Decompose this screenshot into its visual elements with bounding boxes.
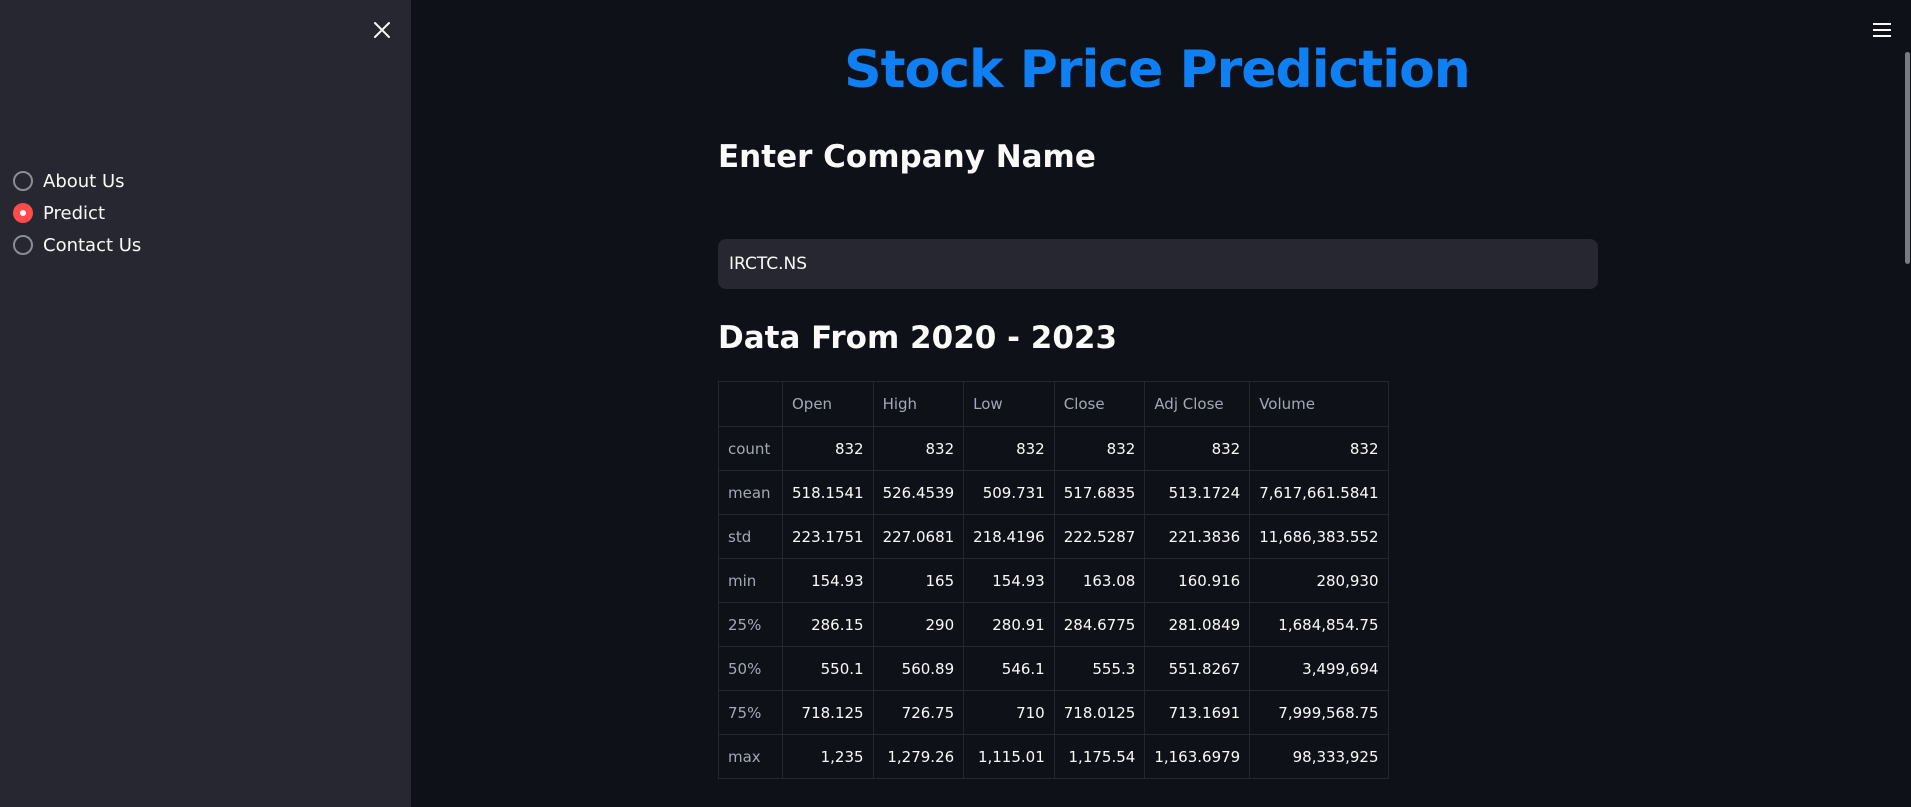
table-cell[interactable]: 222.5287 (1053, 514, 1146, 559)
table-cell[interactable]: 555.3 (1053, 646, 1146, 691)
row-index: max (718, 734, 783, 779)
company-name-input[interactable] (718, 239, 1598, 289)
table-cell[interactable]: 517.6835 (1053, 470, 1146, 515)
table-cell[interactable]: 280.91 (963, 602, 1055, 647)
table-cell[interactable]: 710 (963, 690, 1055, 735)
column-header-volume[interactable]: Volume (1249, 381, 1389, 427)
table-cell[interactable]: 218.4196 (963, 514, 1055, 559)
nav-radio-group: About Us Predict Contact Us (13, 165, 141, 261)
column-header-index[interactable] (718, 381, 783, 427)
table-cell[interactable]: 1,115.01 (963, 734, 1055, 779)
table-cell[interactable]: 560.89 (872, 646, 965, 691)
row-index: min (718, 558, 783, 603)
app-root: About Us Predict Contact Us Stock Price … (0, 0, 1911, 807)
table-cell[interactable]: 7,617,661.5841 (1249, 470, 1389, 515)
table-cell[interactable]: 280,930 (1249, 558, 1389, 603)
column-header-adj-close[interactable]: Adj Close (1144, 381, 1251, 427)
table-cell[interactable]: 832 (1249, 426, 1389, 471)
column-header-high[interactable]: High (872, 381, 965, 427)
radio-label: About Us (43, 170, 125, 192)
radio-label: Contact Us (43, 234, 142, 256)
table-header-row: Open High Low Close Adj Close Volume (718, 381, 1389, 427)
table-cell[interactable]: 227.0681 (872, 514, 965, 559)
table-row: 25% 286.15 290 280.91 284.6775 281.0849 … (718, 602, 1389, 647)
table-cell[interactable]: 718.0125 (1053, 690, 1146, 735)
table-cell[interactable]: 160.916 (1144, 558, 1251, 603)
table-cell[interactable]: 284.6775 (1053, 602, 1146, 647)
column-header-low[interactable]: Low (963, 381, 1055, 427)
row-index: 25% (718, 602, 783, 647)
table-cell[interactable]: 526.4539 (872, 470, 965, 515)
row-index: 75% (718, 690, 783, 735)
column-header-close[interactable]: Close (1053, 381, 1146, 427)
table-cell[interactable]: 281.0849 (1144, 602, 1251, 647)
table-cell[interactable]: 1,684,854.75 (1249, 602, 1389, 647)
data-heading: Data From 2020 - 2023 (718, 320, 1118, 356)
table-cell[interactable]: 154.93 (963, 558, 1055, 603)
table-row: std 223.1751 227.0681 218.4196 222.5287 … (718, 514, 1389, 559)
radio-option-about-us[interactable]: About Us (13, 165, 141, 197)
radio-label: Predict (43, 202, 105, 224)
table-cell[interactable]: 290 (872, 602, 965, 647)
company-heading: Enter Company Name (718, 139, 1096, 175)
table-cell[interactable]: 98,333,925 (1249, 734, 1389, 779)
table-cell[interactable]: 165 (872, 558, 965, 603)
table-row: min 154.93 165 154.93 163.08 160.916 280… (718, 558, 1389, 603)
table-cell[interactable]: 832 (1144, 426, 1251, 471)
table-row: mean 518.1541 526.4539 509.731 517.6835 … (718, 470, 1389, 515)
hamburger-menu-icon[interactable] (1870, 18, 1894, 42)
table-cell[interactable]: 832 (963, 426, 1055, 471)
radio-option-predict[interactable]: Predict (13, 197, 141, 229)
radio-button-icon[interactable] (13, 235, 33, 255)
table-cell[interactable]: 221.3836 (1144, 514, 1251, 559)
close-icon[interactable] (370, 18, 394, 42)
table-cell[interactable]: 154.93 (782, 558, 874, 603)
table-cell[interactable]: 550.1 (782, 646, 874, 691)
table-cell[interactable]: 551.8267 (1144, 646, 1251, 691)
radio-selected-icon[interactable] (13, 203, 33, 223)
table-row: 75% 718.125 726.75 710 718.0125 713.1691… (718, 690, 1389, 735)
page-title: Stock Price Prediction (844, 40, 1471, 100)
row-index: 50% (718, 646, 783, 691)
table-cell[interactable]: 832 (872, 426, 965, 471)
table-row: count 832 832 832 832 832 832 (718, 426, 1389, 471)
table-cell[interactable]: 832 (1053, 426, 1146, 471)
table-cell[interactable]: 1,279.26 (872, 734, 965, 779)
radio-option-contact-us[interactable]: Contact Us (13, 229, 141, 261)
table-cell[interactable]: 223.1751 (782, 514, 874, 559)
table-cell[interactable]: 832 (782, 426, 874, 471)
column-header-open[interactable]: Open (782, 381, 874, 427)
row-index: std (718, 514, 783, 559)
table-cell[interactable]: 513.1724 (1144, 470, 1251, 515)
table-cell[interactable]: 11,686,383.552 (1249, 514, 1389, 559)
row-index: mean (718, 470, 783, 515)
scrollbar-thumb[interactable] (1905, 52, 1910, 264)
row-index: count (718, 426, 783, 471)
table-row: max 1,235 1,279.26 1,115.01 1,175.54 1,1… (718, 734, 1389, 779)
table-cell[interactable]: 713.1691 (1144, 690, 1251, 735)
table-cell[interactable]: 509.731 (963, 470, 1055, 515)
table-row: 50% 550.1 560.89 546.1 555.3 551.8267 3,… (718, 646, 1389, 691)
table-cell[interactable]: 1,235 (782, 734, 874, 779)
radio-button-icon[interactable] (13, 171, 33, 191)
table-cell[interactable]: 286.15 (782, 602, 874, 647)
data-table[interactable]: Open High Low Close Adj Close Volume cou… (718, 381, 1389, 779)
sidebar: About Us Predict Contact Us (0, 0, 411, 807)
table-cell[interactable]: 163.08 (1053, 558, 1146, 603)
table-cell[interactable]: 546.1 (963, 646, 1055, 691)
table-cell[interactable]: 718.125 (782, 690, 874, 735)
table-cell[interactable]: 1,175.54 (1053, 734, 1146, 779)
table-cell[interactable]: 726.75 (872, 690, 965, 735)
table-cell[interactable]: 3,499,694 (1249, 646, 1389, 691)
table-cell[interactable]: 1,163.6979 (1144, 734, 1251, 779)
table-cell[interactable]: 518.1541 (782, 470, 874, 515)
table-cell[interactable]: 7,999,568.75 (1249, 690, 1389, 735)
